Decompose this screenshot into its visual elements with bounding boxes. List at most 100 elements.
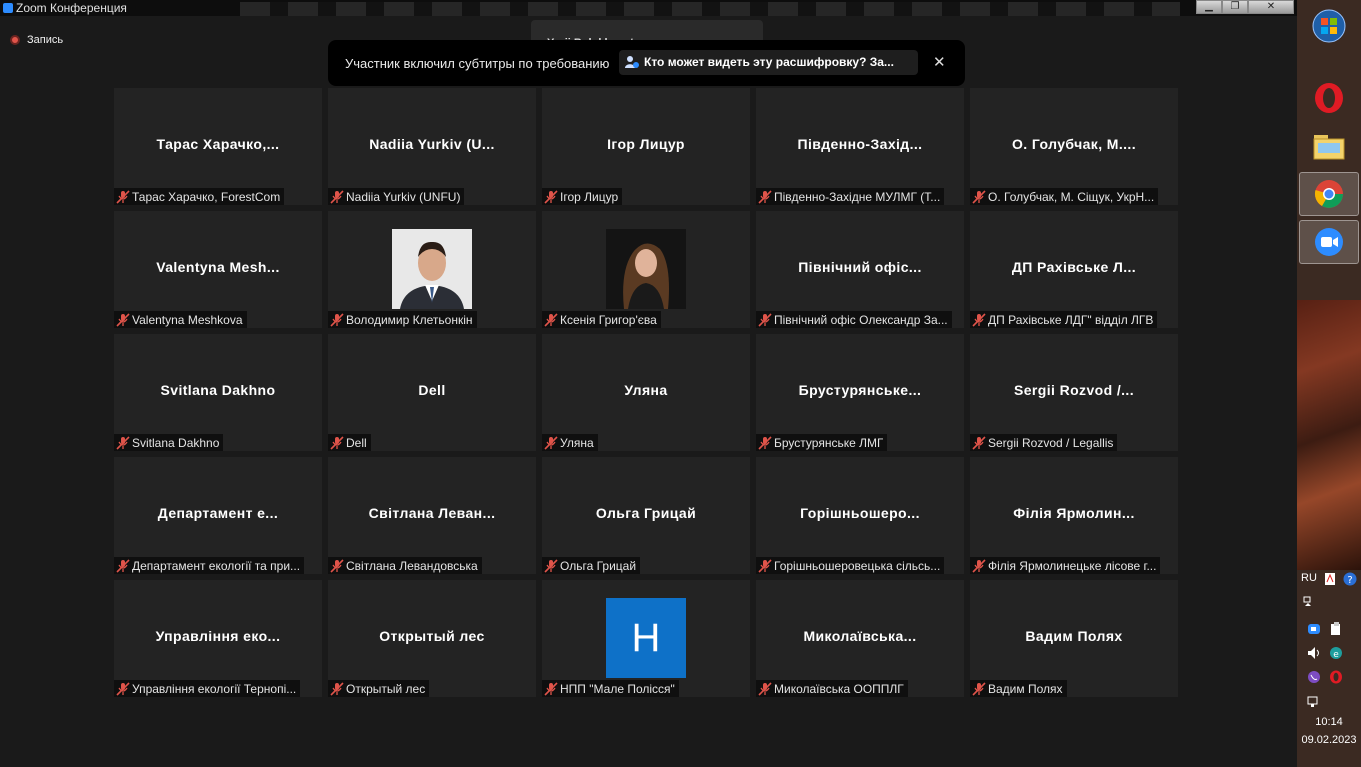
viber-icon[interactable] <box>1307 670 1321 684</box>
participant-tile[interactable]: Володимир Клетьонкін <box>328 211 536 328</box>
participant-display-name: Департамент е... <box>157 505 279 521</box>
mic-muted-icon <box>542 188 560 205</box>
participant-name-label: Valentyna Meshkova <box>132 312 243 327</box>
participant-display-name: Миколаївська... <box>803 628 917 644</box>
participant-tile[interactable]: Тарас Харачко,... Тарас Харачко, ForestCo… <box>114 88 322 205</box>
participant-tile[interactable]: Dell Dell <box>328 334 536 451</box>
zoom-taskbar-button[interactable] <box>1299 220 1359 264</box>
participant-name-label: Північний офіс Олександр За... <box>774 312 948 327</box>
participant-display-name: Управління еко... <box>155 628 281 644</box>
participant-tile[interactable]: Ольга Грицай Ольга Грицай <box>542 457 750 574</box>
captions-message: Участник включил субтитры по требованию <box>345 56 610 71</box>
network-icon[interactable] <box>1307 694 1321 708</box>
opera-icon <box>1315 83 1343 113</box>
participant-name-bar: Уляна <box>542 434 598 451</box>
recording-indicator[interactable]: Запись <box>10 34 63 46</box>
minimize-button[interactable]: ▁ <box>1196 0 1222 14</box>
participant-tile[interactable]: Ксенія Григор'єва <box>542 211 750 328</box>
participant-name-label: О. Голубчак, М. Сіщук, УкрН... <box>988 189 1155 204</box>
participant-name-label: Брустурянське ЛМГ <box>774 435 884 450</box>
participant-name-label: Sergii Rozvod / Legallis <box>988 435 1114 450</box>
participant-name-bar: НПП "Мале Полісся" <box>542 680 679 697</box>
clipboard-icon[interactable] <box>1329 622 1343 636</box>
volume-icon[interactable] <box>1307 646 1321 660</box>
participant-avatar-letter: H <box>606 598 686 678</box>
participant-name-bar: О. Голубчак, М. Сіщук, УкрН... <box>970 188 1159 205</box>
opera-tray-icon[interactable] <box>1329 670 1343 684</box>
window-title: Zoom Конференция <box>16 1 127 15</box>
participant-tile[interactable]: Горішньошеро... Горішньошеровецька сільсь… <box>756 457 964 574</box>
participant-name-label: Ксенія Григор'єва <box>560 312 657 327</box>
clock-time[interactable]: 10:14 <box>1297 716 1361 728</box>
participant-name-bar: Sergii Rozvod / Legallis <box>970 434 1118 451</box>
captions-notification: Участник включил субтитры по требованию … <box>328 40 965 86</box>
explorer-taskbar-button[interactable] <box>1299 124 1359 168</box>
mic-muted-icon <box>970 557 988 574</box>
participant-tile[interactable]: H НПП "Мале Полісся" <box>542 580 750 697</box>
desktop-wallpaper <box>1297 300 1361 570</box>
participant-display-name: Nadiia Yurkiv (U... <box>369 136 495 152</box>
participant-tile[interactable]: Миколаївська... Миколаївська ООППЛГ <box>756 580 964 697</box>
window-controls: ▁ ❐ ✕ <box>1196 0 1294 15</box>
mic-muted-icon <box>756 188 774 205</box>
participant-name-bar: Світлана Левандовська <box>328 557 482 574</box>
pdf-icon[interactable] <box>1323 572 1337 586</box>
participant-tile[interactable]: ДП Рахівське Л... ДП Рахівське ЛДГ" відді… <box>970 211 1178 328</box>
mic-muted-icon <box>542 434 560 451</box>
participant-tile[interactable]: Вадим Полях Вадим Полях <box>970 580 1178 697</box>
show-hidden-icons-icon[interactable] <box>1301 594 1315 608</box>
language-indicator[interactable]: RU <box>1301 572 1317 584</box>
participant-tile[interactable]: Світлана Леван... Світлана Левандовська <box>328 457 536 574</box>
participant-tile[interactable]: Nadiia Yurkiv (U... Nadiia Yurkiv (UNFU) <box>328 88 536 205</box>
clock-date[interactable]: 09.02.2023 <box>1297 734 1361 746</box>
chrome-taskbar-button[interactable] <box>1299 172 1359 216</box>
participant-display-name: Південно-Захід... <box>797 136 923 152</box>
participant-tile[interactable]: Управління еко... Управління екології Тер… <box>114 580 322 697</box>
maximize-button[interactable]: ❐ <box>1222 0 1248 14</box>
participant-tile[interactable]: Північний офіс... Північний офіс Олександ… <box>756 211 964 328</box>
svg-text:e: e <box>1333 650 1339 660</box>
network-app-icon[interactable]: e <box>1329 646 1343 660</box>
mic-muted-icon <box>756 434 774 451</box>
participant-photo <box>606 229 686 309</box>
participant-tile[interactable]: Sergii Rozvod /... Sergii Rozvod / Legall… <box>970 334 1178 451</box>
help-icon[interactable]: ? <box>1343 572 1357 586</box>
participant-tile[interactable]: О. Голубчак, М.... О. Голубчак, М. Сіщук,… <box>970 88 1178 205</box>
participant-name-bar: Ксенія Григор'єва <box>542 311 661 328</box>
participant-tile[interactable]: Філія Ярмолин... Філія Ярмолинецьке лісов… <box>970 457 1178 574</box>
gallery-thumbnails-strip[interactable] <box>240 2 1180 16</box>
transcript-visibility-link[interactable]: Кто может видеть эту расшифровку? За... <box>619 50 918 75</box>
mic-muted-icon <box>542 311 560 328</box>
participant-name-label: Вадим Полях <box>988 681 1063 696</box>
participant-name-label: НПП "Мале Полісся" <box>560 681 675 696</box>
participant-tile[interactable]: Svitlana Dakhno Svitlana Dakhno <box>114 334 322 451</box>
participant-photo <box>392 229 472 309</box>
participant-name-bar: Філія Ярмолинецьке лісове г... <box>970 557 1161 574</box>
start-button[interactable] <box>1299 4 1359 48</box>
close-window-button[interactable]: ✕ <box>1248 0 1294 14</box>
participant-name-bar: Горішньошеровецька сільсь... <box>756 557 945 574</box>
close-notification-icon[interactable]: ✕ <box>933 53 946 71</box>
svg-text:?: ? <box>1347 575 1352 586</box>
participant-name-label: Департамент екології та при... <box>132 558 301 573</box>
participant-tile[interactable]: Департамент е... Департамент екології та … <box>114 457 322 574</box>
mic-muted-icon <box>542 680 560 697</box>
zoom-tray-icon[interactable] <box>1307 622 1321 636</box>
recording-icon <box>10 35 20 45</box>
participant-name-label: Уляна <box>560 435 594 450</box>
participant-display-name: Світлана Леван... <box>368 505 496 521</box>
mic-muted-icon <box>756 680 774 697</box>
participant-tile[interactable]: Південно-Захід... Південно-Західне МУЛМГ … <box>756 88 964 205</box>
participant-tile[interactable]: Уляна Уляна <box>542 334 750 451</box>
mic-muted-icon <box>970 311 988 328</box>
participant-name-label: Тарас Харачко, ForestCom <box>132 189 281 204</box>
participant-tile[interactable]: Ігор Лицур Ігор Лицур <box>542 88 750 205</box>
participant-name-label: Dell <box>346 435 367 450</box>
opera-taskbar-button[interactable] <box>1299 76 1359 120</box>
participant-display-name: Sergii Rozvod /... <box>1014 382 1134 398</box>
mic-muted-icon <box>970 434 988 451</box>
mic-muted-icon <box>756 311 774 328</box>
participant-tile[interactable]: Брустурянське... Брустурянське ЛМГ <box>756 334 964 451</box>
participant-tile[interactable]: Открытый лес Открытый лес <box>328 580 536 697</box>
participant-tile[interactable]: Valentyna Mesh... Valentyna Meshkova <box>114 211 322 328</box>
